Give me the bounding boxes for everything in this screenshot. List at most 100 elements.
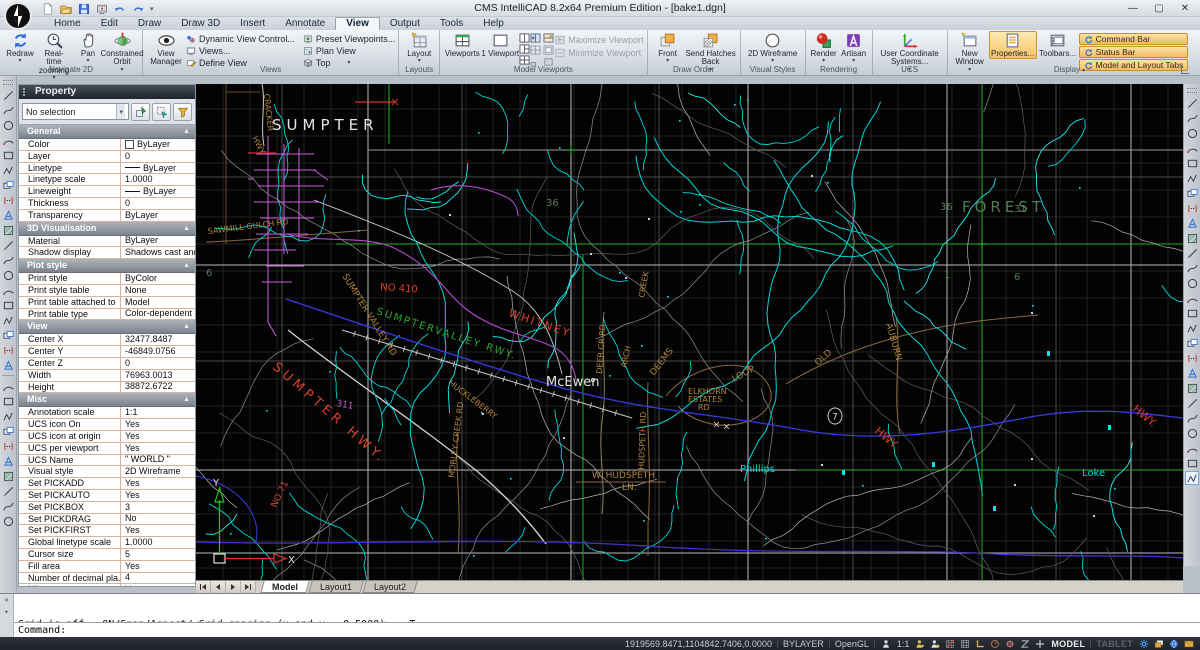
coordinates-readout[interactable]: 1919569.8471,1104842.7406,0.0000 (625, 639, 772, 649)
crosshair-icon[interactable] (1034, 638, 1046, 649)
zoom-scale-tool-button[interactable] (1, 439, 15, 453)
close-command-bar-icon[interactable]: ✕ (4, 596, 8, 604)
front-button[interactable]: Front▾ (651, 31, 685, 65)
grid-off-icon[interactable] (944, 638, 956, 649)
property-value[interactable]: Yes (121, 419, 195, 430)
array-tool-button[interactable] (1185, 141, 1199, 155)
three-viewports-icon[interactable] (519, 44, 530, 54)
menu-tab-edit[interactable]: Edit (91, 17, 128, 30)
selection-dropdown[interactable]: No selection ▾ (22, 103, 129, 120)
property-value[interactable]: 0 (121, 151, 195, 162)
plot-preview-button[interactable] (94, 2, 110, 16)
zoom-in-tool-button[interactable] (1, 469, 15, 483)
menu-tab-view[interactable]: View (335, 17, 380, 30)
toggle-pickadd-button[interactable] (173, 103, 192, 121)
next-tab-button[interactable] (226, 581, 241, 593)
menu-tab-draw[interactable]: Draw (128, 17, 171, 30)
hatch-tool-button[interactable] (1, 253, 15, 267)
property-value[interactable]: 0 (121, 198, 195, 209)
property-value[interactable]: Yes (121, 525, 195, 536)
property-value[interactable]: None (121, 285, 195, 296)
osnap-icon[interactable] (1004, 638, 1016, 649)
edit-spline-tool-button[interactable] (1185, 351, 1199, 365)
text-tool-button[interactable] (1, 343, 15, 357)
otrack-icon[interactable] (1019, 638, 1031, 649)
wipeout-tool-button[interactable] (1, 328, 15, 342)
properties-tool-button[interactable] (1185, 471, 1199, 485)
app-logo-icon[interactable] (3, 1, 33, 31)
property-value[interactable]: " WORLD " (121, 455, 195, 466)
join-tool-button[interactable] (1185, 276, 1199, 290)
maximize-button[interactable]: ▢ (1146, 0, 1172, 16)
ellipse-tool-button[interactable] (1, 208, 15, 222)
collapse-section-icon[interactable]: ▲ (183, 393, 190, 406)
menu-tab-draw-3d[interactable]: Draw 3D (171, 17, 230, 30)
zoom-dynamic-tool-button[interactable] (1, 424, 15, 438)
copy-tool-button[interactable] (1185, 96, 1199, 110)
toolbars-button[interactable]: Toolbars... (1037, 31, 1079, 58)
preset-viewpoints-button[interactable]: Preset Viewpoints... (303, 33, 395, 44)
minimize-viewport-button[interactable]: Minimize Viewport (555, 47, 643, 58)
lengthen-tool-button[interactable] (1185, 216, 1199, 230)
menu-tab-home[interactable]: Home (44, 17, 91, 30)
match-properties-tool-button[interactable] (1185, 396, 1199, 410)
zoom-all-tool-button[interactable] (1, 499, 15, 513)
maximize-viewport-button[interactable]: Maximize Viewport (555, 34, 643, 45)
zoom-realtime-tool-button[interactable] (1, 394, 15, 408)
render-button[interactable]: Render▾ (809, 31, 839, 65)
polar-icon[interactable] (989, 638, 1001, 649)
property-section-view[interactable]: View▲ (19, 320, 195, 334)
property-value[interactable]: ByLayer (121, 186, 195, 197)
property-section-plot-style[interactable]: Plot style▲ (19, 259, 195, 273)
revision-cloud-tool-button[interactable] (1, 313, 15, 327)
mirror-tool-button[interactable] (1185, 111, 1199, 125)
menu-tab-help[interactable]: Help (473, 17, 514, 30)
undo-button[interactable] (112, 2, 128, 16)
status-bar-toggle[interactable]: Status Bar (1079, 46, 1189, 58)
line-tool-button[interactable] (1, 88, 15, 102)
command-prompt[interactable]: Command: (14, 622, 1200, 638)
properties-button[interactable]: Properties... (989, 31, 1037, 59)
spline-tool-button[interactable] (1, 163, 15, 177)
user-icon[interactable] (880, 638, 892, 649)
redraw-button[interactable]: Redraw▾ (3, 31, 37, 65)
views-button[interactable]: Views... (186, 45, 295, 56)
collapse-section-icon[interactable]: ▲ (183, 125, 190, 138)
extend-tool-button[interactable] (1185, 246, 1199, 260)
open-button[interactable] (58, 2, 74, 16)
named-viewports-icon[interactable] (530, 45, 541, 55)
property-value[interactable]: Yes (121, 584, 195, 586)
dynamic-view-control-button[interactable]: Dynamic View Control... (186, 33, 295, 44)
prev-tab-button[interactable] (211, 581, 226, 593)
join-viewports-icon[interactable] (530, 33, 541, 43)
property-value[interactable]: Yes (121, 443, 195, 454)
property-value[interactable]: ByLayer (121, 236, 195, 247)
circle-tool-button[interactable] (1, 178, 15, 192)
one-viewport-button[interactable]: 1 Viewport (481, 31, 519, 58)
arc-tool-button[interactable] (1, 193, 15, 207)
save-button[interactable] (76, 2, 92, 16)
property-value[interactable]: ByLayer (121, 139, 195, 150)
first-tab-button[interactable] (196, 581, 211, 593)
property-section-3d-visualisation[interactable]: 3D Visualisation▲ (19, 222, 195, 236)
property-value[interactable]: Yes (121, 561, 195, 572)
property-value[interactable]: 32477.8487 (121, 334, 195, 345)
property-value[interactable]: 1:1 (121, 407, 195, 418)
explode-tool-button[interactable] (1185, 321, 1199, 335)
redo-button[interactable] (130, 2, 146, 16)
bylayer-indicator[interactable]: BYLAYER (783, 639, 824, 649)
zoom-center-tool-button[interactable] (1, 454, 15, 468)
viewports-button[interactable]: Viewports (443, 31, 481, 58)
property-value[interactable]: No (121, 514, 195, 525)
measure-tool-button[interactable] (1185, 426, 1199, 440)
property-value[interactable]: 5 (121, 549, 195, 560)
multiline-tool-button[interactable] (1, 133, 15, 147)
offset-tool-button[interactable] (1185, 126, 1199, 140)
command-history[interactable]: Grid is off: ON/Snap/Aspect/<Grid spacin… (14, 594, 1200, 622)
edit-text-tool-button[interactable] (1185, 381, 1199, 395)
point-tool-button[interactable] (1, 223, 15, 237)
collapse-section-icon[interactable]: ▲ (183, 320, 190, 333)
menu-tab-output[interactable]: Output (380, 17, 430, 30)
mail-icon[interactable] (1183, 638, 1195, 649)
command-bar-toggle[interactable]: Command Bar (1079, 33, 1189, 45)
